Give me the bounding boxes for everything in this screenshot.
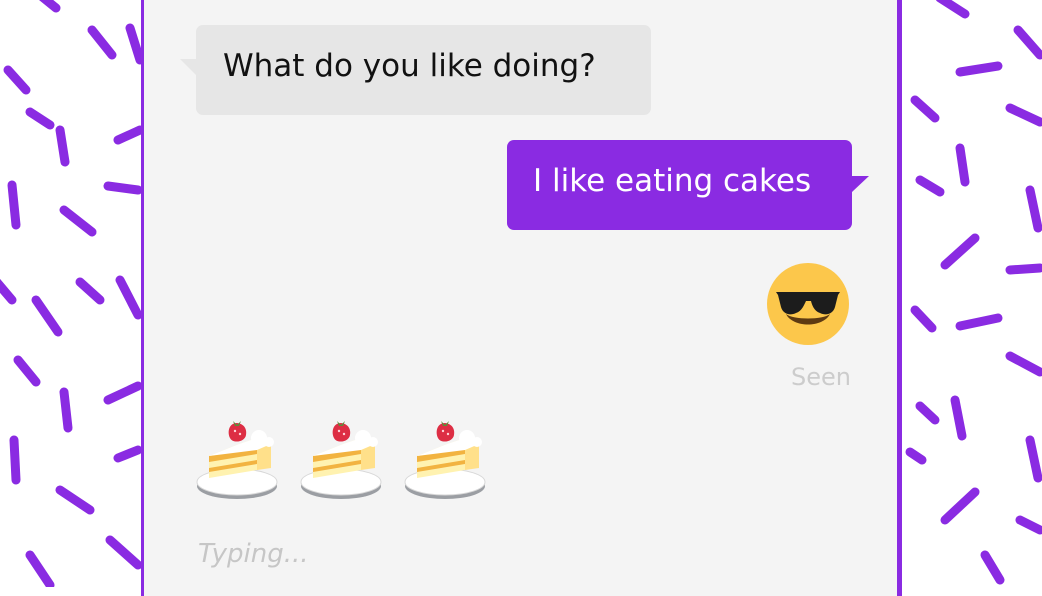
sprinkle [3,65,31,95]
smiling-face-with-sunglasses-icon [767,263,849,345]
shortcake-icon [404,421,486,499]
sprinkle [103,381,143,405]
sprinkle [31,295,63,337]
sprinkle [113,125,145,145]
incoming-message-text: What do you like doing? [223,48,596,84]
sprinkle [910,305,937,333]
sprinkle [955,313,1003,331]
shortcake-icon [196,421,278,499]
shortcake-icon [300,421,382,499]
sprinkle [55,125,70,167]
incoming-message-bubble: What do you like doing? [180,25,651,115]
sprinkle [915,401,940,425]
sprinkle [1005,103,1042,127]
sprinkle [39,0,61,13]
sprinkle [955,143,970,187]
seen-status: Seen [791,363,851,391]
sprinkle [59,387,73,433]
sprinkle [59,205,97,237]
sprinkle [905,447,927,465]
sprinkle [7,180,21,230]
sprinkle [25,107,55,130]
sprinkle [75,277,105,305]
sprinkle [115,275,143,320]
sprinkle [125,23,145,65]
sprinkle [1013,25,1042,60]
chat-window: What do you like doing? I like eating ca… [141,0,902,596]
sprinkle [9,435,21,485]
sprinkle [55,485,95,515]
sprinkle [955,61,1003,77]
sprinkle [103,181,143,195]
sprinkle [910,95,940,123]
typing-indicator: Typing... [198,539,309,569]
sprinkle [87,25,117,60]
sprinkle [105,535,143,570]
sprinkle [940,233,980,270]
outgoing-message-bubble: I like eating cakes [507,140,869,230]
sprinkle [950,395,967,441]
outgoing-message-text: I like eating cakes [533,163,812,199]
sprinkle [1005,351,1042,377]
sprinkle [915,175,945,197]
sprinkle [1025,435,1042,483]
sprinkle [13,355,41,387]
sprinkle [1015,515,1042,535]
sprinkle [25,550,55,587]
sprinkle [113,445,143,463]
sprinkle [1005,263,1042,275]
sprinkle [1025,185,1042,233]
sprinkle [0,278,17,305]
sprinkle [940,487,980,525]
sprinkle [980,550,1005,585]
sprinkle [935,0,970,19]
